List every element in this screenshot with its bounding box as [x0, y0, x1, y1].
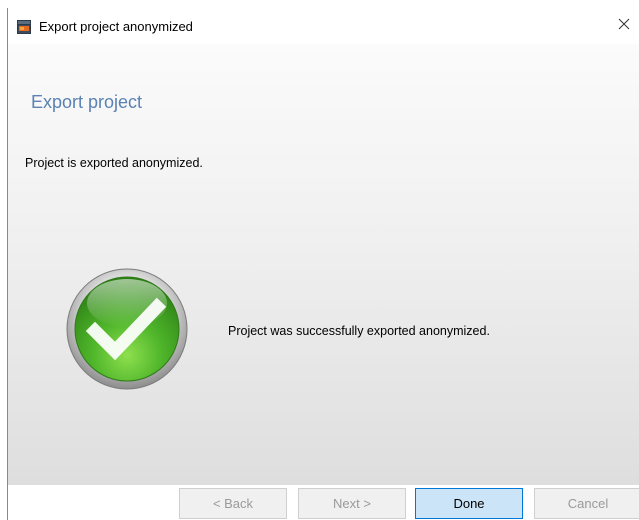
button-bar: < Back Next > Done Cancel — [8, 485, 639, 520]
wizard-content: Export project Project is exported anony… — [8, 44, 639, 485]
close-button[interactable] — [609, 8, 639, 44]
close-icon — [618, 17, 630, 35]
success-message: Project was successfully exported anonym… — [228, 324, 490, 338]
window-title: Export project anonymized — [39, 19, 193, 34]
page-title: Export project — [31, 92, 143, 112]
back-button[interactable]: < Back — [179, 488, 287, 519]
page-description: Project is exported anonymized. — [25, 156, 203, 170]
done-button[interactable]: Done — [415, 488, 523, 519]
cancel-button[interactable]: Cancel — [534, 488, 639, 519]
project-export-icon — [16, 19, 32, 35]
success-checkmark-icon — [65, 267, 189, 391]
next-button[interactable]: Next > — [298, 488, 406, 519]
export-dialog: Export project anonymized Export project… — [7, 8, 639, 520]
title-bar: Export project anonymized — [8, 8, 639, 44]
